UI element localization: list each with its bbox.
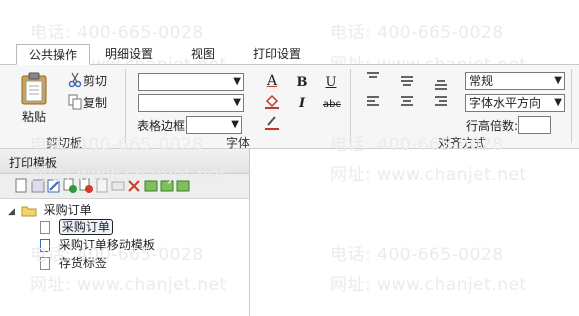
bold-icon: B	[296, 75, 308, 90]
chevron-down-icon: ▼	[233, 97, 241, 108]
group-divider	[350, 69, 351, 143]
align-center-button[interactable]	[398, 95, 416, 113]
watermark-phone: 电话: 400-665-0028	[330, 23, 504, 43]
tree-item-label: 采购订单移动模板	[58, 238, 155, 252]
remove-icon[interactable]	[127, 178, 141, 193]
cut-label: 剪切	[83, 74, 108, 88]
refresh-icon[interactable]	[176, 178, 190, 193]
font-color-icon: A	[266, 73, 278, 89]
clipboard-icon	[21, 72, 47, 105]
italic-icon: I	[298, 96, 306, 111]
fill-color-button[interactable]	[263, 93, 281, 111]
group-divider	[125, 69, 126, 143]
row-height-input[interactable]	[518, 116, 551, 134]
tab-detail-settings[interactable]: 明细设置	[96, 44, 162, 64]
underline-icon: U	[325, 75, 337, 90]
group-divider	[571, 69, 572, 143]
table-border-select[interactable]: ▼	[186, 116, 242, 134]
bold-button[interactable]: B	[293, 73, 311, 91]
paint-bucket-icon	[265, 94, 279, 109]
edit-icon[interactable]	[47, 178, 61, 193]
scissors-icon	[68, 72, 82, 88]
table-border-label: 表格边框	[137, 119, 186, 133]
horizontal-align-value: 字体水平方向	[469, 96, 542, 110]
collapse-arrow-icon[interactable]: ◢	[8, 207, 15, 217]
align-left-icon	[367, 96, 379, 106]
watermark-phone: 电话: 400-665-0028	[30, 23, 204, 43]
underline-button[interactable]: U	[322, 73, 340, 91]
document-icon	[40, 239, 50, 252]
tab-view[interactable]: 视图	[180, 44, 226, 64]
tab-common-operations[interactable]: 公共操作	[16, 44, 90, 65]
document-icon	[40, 221, 50, 234]
font-color-button[interactable]: A	[263, 72, 281, 90]
chevron-down-icon: ▼	[233, 76, 241, 87]
export-icon[interactable]	[160, 178, 174, 193]
tab-print-settings[interactable]: 打印设置	[244, 44, 310, 64]
align-right-button[interactable]	[432, 95, 450, 113]
font-family-select[interactable]: ▼	[138, 73, 244, 91]
approve-icon[interactable]	[63, 178, 77, 193]
cut-button[interactable]: 剪切	[66, 71, 112, 89]
border-color-button[interactable]	[263, 114, 281, 132]
tree-item[interactable]: 采购订单	[40, 219, 113, 236]
document-icon[interactable]	[95, 178, 109, 193]
style-value: 常规	[469, 74, 494, 88]
chevron-down-icon: ▼	[554, 97, 562, 108]
new-file-icon[interactable]	[14, 178, 28, 193]
copy-button[interactable]: 复制	[66, 93, 112, 111]
document-icon	[40, 257, 50, 270]
strikethrough-button[interactable]: abc	[321, 94, 343, 112]
panel-header: 打印模板	[0, 149, 249, 174]
align-bottom-button[interactable]	[432, 75, 450, 93]
print-template-panel: 打印模板 ◢ 采购订单 采购订单 采购订单移动模板 存货标签	[0, 149, 250, 316]
align-left-button[interactable]	[364, 95, 382, 113]
horizontal-align-select[interactable]: 字体水平方向 ▼	[465, 94, 565, 112]
align-top-icon	[367, 72, 379, 78]
save-icon[interactable]	[31, 178, 45, 193]
ribbon: 粘贴 剪切 复制 剪切板 ▼ ▼ 表格边框 ▼ A B U I abc 字体 常…	[0, 65, 579, 150]
chevron-down-icon: ▼	[554, 75, 562, 86]
font-size-select[interactable]: ▼	[138, 94, 244, 112]
tree-root-label: 采购订单	[43, 203, 92, 217]
folder-icon	[21, 206, 37, 217]
style-select[interactable]: 常规 ▼	[465, 72, 565, 90]
tree-item-label: 存货标签	[58, 256, 107, 270]
align-top-button[interactable]	[364, 71, 382, 89]
print-preview-icon[interactable]	[111, 178, 125, 193]
panel-toolbar	[0, 174, 249, 199]
align-center-icon	[401, 96, 413, 106]
delete-icon[interactable]	[79, 178, 93, 193]
tree-item[interactable]: 存货标签	[40, 255, 107, 272]
paste-button[interactable]: 粘贴	[14, 72, 56, 126]
tree-item[interactable]: 采购订单移动模板	[40, 237, 155, 254]
template-design-area	[250, 149, 579, 316]
copy-label: 复制	[83, 96, 108, 110]
italic-button[interactable]: I	[293, 94, 311, 112]
tree-item-label: 采购订单	[58, 219, 113, 235]
pencil-icon	[265, 116, 279, 130]
ribbon-tab-bar: 公共操作 明细设置 视图 打印设置	[0, 44, 579, 65]
align-right-icon	[435, 96, 447, 106]
panel-title: 打印模板	[9, 156, 58, 170]
align-middle-icon	[401, 76, 413, 86]
align-bottom-icon	[435, 80, 447, 90]
align-middle-button[interactable]	[398, 73, 416, 91]
chevron-down-icon: ▼	[231, 119, 239, 130]
paste-label: 粘贴	[22, 110, 47, 124]
tree-root-item[interactable]: ◢ 采购订单	[8, 202, 92, 219]
strikethrough-icon: abc	[323, 99, 341, 110]
copy-icon	[68, 94, 82, 110]
import-icon[interactable]	[144, 178, 158, 193]
row-height-label: 行高倍数:	[466, 119, 519, 133]
